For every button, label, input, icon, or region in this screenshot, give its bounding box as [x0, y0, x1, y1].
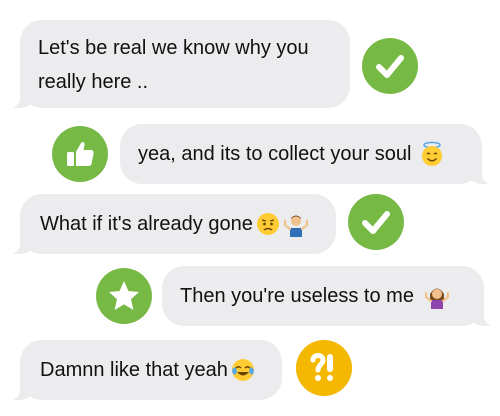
- star-reaction[interactable]: [96, 268, 152, 324]
- checkmark-icon: [376, 55, 404, 78]
- interrobang-icon: [310, 353, 333, 381]
- star-icon: [109, 281, 139, 310]
- message-text: Damnn like that yeah: [40, 359, 228, 381]
- man-shrugging-emoji: [283, 215, 308, 237]
- interrobang-reaction[interactable]: [296, 340, 352, 396]
- message-text: yea, and its to collect your soul: [138, 143, 412, 165]
- message-bubble-3[interactable]: What if it's already gone: [10, 194, 336, 254]
- checkmark-reaction[interactable]: [348, 194, 404, 250]
- checkmark-reaction[interactable]: [362, 38, 418, 94]
- face-with-tears-of-joy-emoji: [231, 359, 254, 381]
- message-bubble-2[interactable]: yea, and its to collect your soul: [120, 124, 492, 184]
- message-text: What if it's already gone: [40, 213, 253, 235]
- worried-face-emoji: [256, 213, 279, 235]
- smiling-face-with-halo-emoji: [422, 141, 443, 166]
- message-bubble-1[interactable]: Let's be real we know why you really her…: [10, 20, 350, 108]
- message-text: Then you're useless to me: [180, 285, 414, 307]
- message-text: Let's be real we know why you really her…: [38, 37, 309, 93]
- woman-shrugging-emoji: [424, 288, 450, 309]
- message-bubble-4[interactable]: Then you're useless to me: [162, 266, 494, 326]
- thumbs-up-reaction[interactable]: [52, 126, 108, 182]
- thumbs-up-icon: [67, 141, 94, 166]
- message-bubble-5[interactable]: Damnn like that yeah: [10, 340, 282, 400]
- checkmark-icon: [362, 211, 390, 234]
